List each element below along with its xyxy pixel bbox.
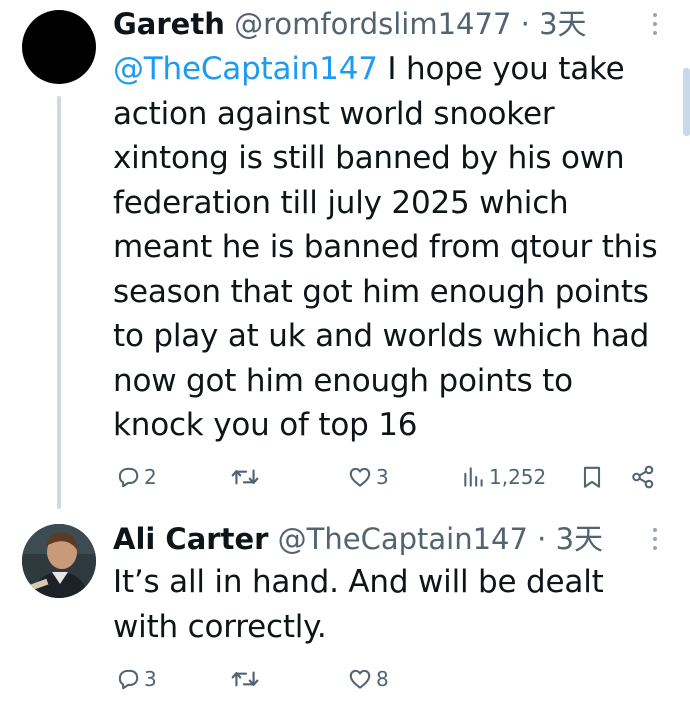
scrollbar[interactable] (683, 68, 690, 136)
avatar[interactable] (22, 524, 96, 598)
timestamp[interactable]: 3天 (539, 7, 586, 41)
like-button[interactable]: 8 (347, 664, 389, 694)
views-button[interactable]: 1,252 (462, 462, 546, 492)
reply-icon (118, 669, 139, 690)
tweet-gareth[interactable]: Gareth @romfordslim1477 · 3天 @TheCaptain… (0, 0, 690, 510)
tweet-text-line: season that got him enough points (113, 273, 649, 310)
bookmark-icon (583, 466, 601, 488)
display-name[interactable]: Ali Carter (113, 522, 268, 556)
share-button[interactable] (630, 462, 656, 492)
tweet-header: Gareth @romfordslim1477 · 3天 (113, 7, 587, 41)
display-name[interactable]: Gareth (113, 7, 225, 41)
tweet-text: It’s all in hand. And will be dealt with… (113, 560, 673, 649)
tweet-text: @TheCaptain147 I hope you take action ag… (113, 47, 673, 448)
tweet-text-line: with correctly. (113, 608, 327, 645)
action-bar: 2 3 1,252 (0, 462, 690, 492)
mention-link[interactable]: @TheCaptain147 (113, 51, 378, 87)
tweet-header: Ali Carter @TheCaptain147 · 3天 (113, 522, 603, 556)
tweet-text-line: It’s all in hand. And will be dealt (113, 564, 604, 600)
thread-line (57, 96, 61, 509)
share-icon (632, 465, 654, 489)
profile-photo (22, 524, 96, 598)
like-count: 8 (376, 667, 389, 691)
tweet-text-line: to play at uk and worlds which had (113, 318, 650, 354)
views-icon (464, 467, 483, 487)
avatar[interactable] (22, 10, 96, 84)
tweet-text-segment: I hope you take (377, 51, 625, 87)
retweet-button[interactable] (230, 664, 260, 694)
bookmark-button[interactable] (580, 462, 604, 492)
reply-count: 2 (144, 465, 157, 489)
tweet-text-line: now got him enough points to (113, 362, 573, 399)
tweet-text-line: knock you of top 16 (113, 407, 418, 443)
separator-dot: · (537, 522, 547, 556)
view-count: 1,252 (489, 465, 547, 489)
tweet-text-line: meant he is banned from qtour this (113, 229, 658, 265)
reply-count: 3 (144, 667, 157, 691)
tweet-text-line: federation till july 2025 which (113, 184, 569, 221)
reply-icon (118, 467, 139, 488)
reply-button[interactable]: 2 (115, 462, 157, 492)
tweet-text-line: action against world snooker (113, 95, 555, 132)
heart-icon (349, 669, 371, 689)
more-icon[interactable] (645, 7, 665, 41)
user-handle[interactable]: @TheCaptain147 (278, 522, 528, 556)
like-button[interactable]: 3 (347, 462, 389, 492)
timestamp[interactable]: 3天 (556, 522, 603, 556)
tweet-ali-carter[interactable]: Ali Carter @TheCaptain147 · 3天 It’s all … (0, 510, 690, 708)
heart-icon (349, 467, 371, 487)
more-icon[interactable] (645, 522, 665, 556)
retweet-button[interactable] (230, 462, 260, 492)
separator-dot: · (520, 7, 530, 41)
user-handle[interactable]: @romfordslim1477 (234, 7, 511, 41)
retweet-icon (231, 469, 259, 485)
like-count: 3 (376, 465, 389, 489)
tweet-text-line: @TheCaptain147 I hope you take (113, 47, 673, 92)
reply-button[interactable]: 3 (115, 664, 157, 694)
action-bar: 3 8 (0, 664, 690, 694)
tweet-text-line: xintong is still banned by his own (113, 140, 625, 176)
retweet-icon (231, 671, 259, 687)
